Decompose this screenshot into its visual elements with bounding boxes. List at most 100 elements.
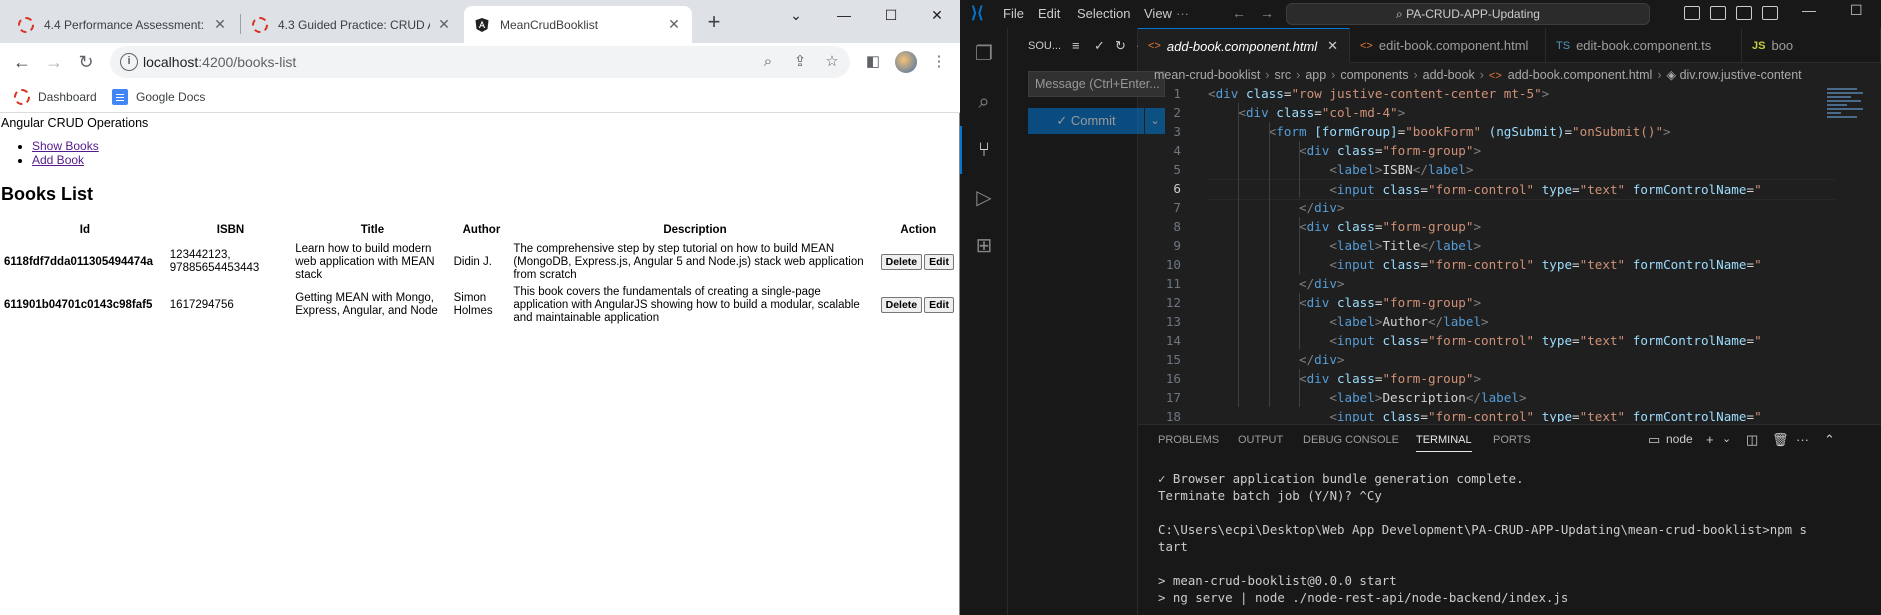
new-terminal-icon[interactable]: + bbox=[1706, 432, 1714, 447]
menu-edit[interactable]: Edit bbox=[1038, 6, 1060, 21]
more-menus-icon[interactable]: ··· bbox=[1176, 6, 1189, 21]
code-line[interactable]: </div> bbox=[1208, 350, 1345, 369]
more-menu-icon[interactable]: ⋮ bbox=[928, 51, 950, 73]
extensions-icon[interactable]: ⊞ bbox=[972, 234, 996, 258]
code-line[interactable]: <div class="form-group"> bbox=[1208, 141, 1481, 160]
breadcrumb-item[interactable]: src bbox=[1274, 68, 1291, 82]
browser-tab-performance-assessment[interactable]: 4.4 Performance Assessment: ✕ bbox=[8, 6, 238, 43]
code-line[interactable]: <div class="form-group"> bbox=[1208, 293, 1481, 312]
terminal-shell-label[interactable]: node bbox=[1666, 432, 1693, 446]
menu-selection[interactable]: Selection bbox=[1077, 6, 1130, 21]
tab-debug-console[interactable]: DEBUG CONSOLE bbox=[1303, 434, 1399, 446]
minimize-button[interactable]: — bbox=[821, 0, 867, 32]
forward-icon[interactable]: → bbox=[40, 48, 68, 76]
delete-button[interactable]: Delete bbox=[880, 297, 923, 313]
run-debug-icon[interactable]: ▷ bbox=[972, 186, 996, 210]
breadcrumb-item[interactable]: div.row.justive-content bbox=[1680, 68, 1802, 82]
close-icon[interactable]: ✕ bbox=[436, 16, 452, 33]
menu-view[interactable]: View bbox=[1144, 6, 1172, 21]
code-line[interactable]: <input class="form-control" type="text" … bbox=[1208, 407, 1761, 422]
site-info-icon[interactable]: i bbox=[120, 53, 138, 71]
code-line[interactable]: <form [formGroup]="bookForm" (ngSubmit)=… bbox=[1208, 122, 1671, 141]
code-line[interactable]: <label>Title</label> bbox=[1208, 236, 1481, 255]
chevron-down-icon[interactable]: ⌄ bbox=[773, 0, 819, 32]
trash-icon[interactable]: 🗑 bbox=[1772, 432, 1789, 448]
menu-file[interactable]: File bbox=[1003, 6, 1024, 21]
profile-avatar[interactable] bbox=[895, 51, 917, 73]
command-center-search[interactable]: ⌕ PA-CRUD-APP-Updating bbox=[1286, 3, 1650, 25]
nav-forward-icon[interactable]: → bbox=[1260, 5, 1274, 21]
toggle-secondary-sidebar-icon[interactable] bbox=[1736, 6, 1752, 20]
book-title: Learn how to build modern web applicatio… bbox=[295, 242, 435, 281]
editor-tab-edit-book-html[interactable]: <> edit-book.component.html bbox=[1350, 28, 1546, 63]
tab-output[interactable]: OUTPUT bbox=[1238, 434, 1283, 446]
edit-button[interactable]: Edit bbox=[924, 297, 954, 313]
code-line[interactable]: <label>Description</label> bbox=[1208, 388, 1526, 407]
code-line[interactable]: <label>ISBN</label> bbox=[1208, 160, 1473, 179]
breadcrumb-item[interactable]: components bbox=[1340, 68, 1408, 82]
reload-icon[interactable]: ↻ bbox=[72, 48, 100, 76]
split-terminal-icon[interactable]: ◫ bbox=[1746, 432, 1758, 448]
nav-back-icon[interactable]: ← bbox=[1232, 5, 1246, 21]
indent-guide bbox=[1299, 141, 1301, 198]
more-actions-icon[interactable]: ··· bbox=[1796, 432, 1809, 447]
show-books-link[interactable]: Show Books bbox=[32, 139, 99, 153]
editor-tab-add-book-html[interactable]: <> add-book.component.html ✕ bbox=[1138, 28, 1350, 63]
explorer-icon[interactable]: ❐ bbox=[972, 42, 996, 66]
bookmark-dashboard[interactable]: Dashboard bbox=[14, 87, 97, 107]
bookmark-google-docs[interactable]: Google Docs bbox=[112, 87, 205, 107]
code-line[interactable]: <input class="form-control" type="text" … bbox=[1208, 179, 1835, 200]
maximize-button[interactable]: ☐ bbox=[868, 0, 914, 32]
zoom-icon[interactable]: ⌕ bbox=[758, 52, 778, 72]
breadcrumb-item[interactable]: add-book.component.html bbox=[1508, 68, 1653, 82]
browser-tab-meancrudbooklist[interactable]: MeanCrudBooklist ✕ bbox=[464, 6, 692, 43]
browser-tab-guided-practice[interactable]: 4.3 Guided Practice: CRUD App ✕ bbox=[242, 6, 462, 43]
edit-button[interactable]: Edit bbox=[924, 254, 954, 270]
source-control-icon[interactable]: ⑂ bbox=[972, 138, 996, 162]
back-icon[interactable]: ← bbox=[8, 48, 36, 76]
maximize-button[interactable]: ☐ bbox=[1850, 2, 1863, 19]
url-text[interactable]: localhost:4200/books-list bbox=[143, 46, 296, 78]
editor-tab-js[interactable]: JS boo bbox=[1742, 28, 1881, 63]
share-icon[interactable]: ⇪ bbox=[790, 52, 810, 72]
tab-ports[interactable]: PORTS bbox=[1493, 434, 1531, 446]
breadcrumb-item[interactable]: add-book bbox=[1423, 68, 1475, 82]
tab-terminal[interactable]: TERMINAL bbox=[1416, 434, 1472, 452]
commit-check-icon[interactable]: ✓ bbox=[1094, 38, 1105, 54]
breadcrumb-item[interactable]: app bbox=[1305, 68, 1326, 82]
close-icon[interactable]: ✕ bbox=[1327, 38, 1338, 54]
code-line[interactable]: <input class="form-control" type="text" … bbox=[1208, 331, 1761, 350]
minimap[interactable] bbox=[1827, 88, 1867, 158]
breadcrumb-item[interactable]: mean-crud-booklist bbox=[1154, 68, 1260, 82]
chevron-down-icon[interactable]: ⌄ bbox=[1722, 432, 1731, 445]
code-line[interactable]: <div class="row justive-content-center m… bbox=[1208, 88, 1549, 103]
delete-button[interactable]: Delete bbox=[880, 254, 923, 270]
code-line[interactable]: </div> bbox=[1208, 198, 1345, 217]
maximize-panel-icon[interactable]: ⌃ bbox=[1824, 432, 1835, 448]
toggle-sidebar-icon[interactable] bbox=[1684, 6, 1700, 20]
toggle-panel-icon[interactable] bbox=[1710, 6, 1726, 20]
close-icon[interactable]: ✕ bbox=[212, 16, 228, 33]
add-book-link[interactable]: Add Book bbox=[32, 153, 84, 167]
tab-problems[interactable]: PROBLEMS bbox=[1158, 434, 1219, 446]
new-tab-button[interactable]: + bbox=[700, 8, 728, 36]
code-editor[interactable]: 1 2 3 4 5 6 7 8 9 10 11 12 13 14 15 16 17 18 <div class="… bbox=[1138, 88, 1881, 422]
minimize-button[interactable]: — bbox=[1802, 2, 1816, 18]
side-panel-icon[interactable]: ◧ bbox=[862, 51, 884, 73]
terminal-output[interactable]: ✓ Browser application bundle generation … bbox=[1158, 470, 1873, 606]
code-line[interactable]: <div class="form-group"> bbox=[1208, 369, 1481, 388]
code-line[interactable]: <div class="form-group"> bbox=[1208, 217, 1481, 236]
refresh-icon[interactable]: ↻ bbox=[1115, 38, 1126, 54]
close-window-button[interactable]: ✕ bbox=[914, 0, 960, 32]
search-icon[interactable]: ⌕ bbox=[972, 90, 996, 114]
code-line[interactable]: </div> bbox=[1208, 274, 1345, 293]
bookmark-star-icon[interactable]: ☆ bbox=[822, 52, 842, 72]
close-icon[interactable]: ✕ bbox=[666, 16, 682, 33]
customize-layout-icon[interactable] bbox=[1762, 6, 1778, 20]
code-line[interactable]: <input class="form-control" type="text" … bbox=[1208, 255, 1761, 274]
commit-button[interactable]: ✓ Commit bbox=[1028, 108, 1144, 134]
code-line[interactable]: <label>Author</label> bbox=[1208, 312, 1488, 331]
editor-tab-edit-book-ts[interactable]: TS edit-book.component.ts bbox=[1546, 28, 1742, 63]
view-as-list-icon[interactable]: ≡ bbox=[1072, 38, 1080, 53]
address-bar[interactable]: i localhost:4200/books-list ⌕ ⇪ ☆ bbox=[110, 46, 850, 78]
